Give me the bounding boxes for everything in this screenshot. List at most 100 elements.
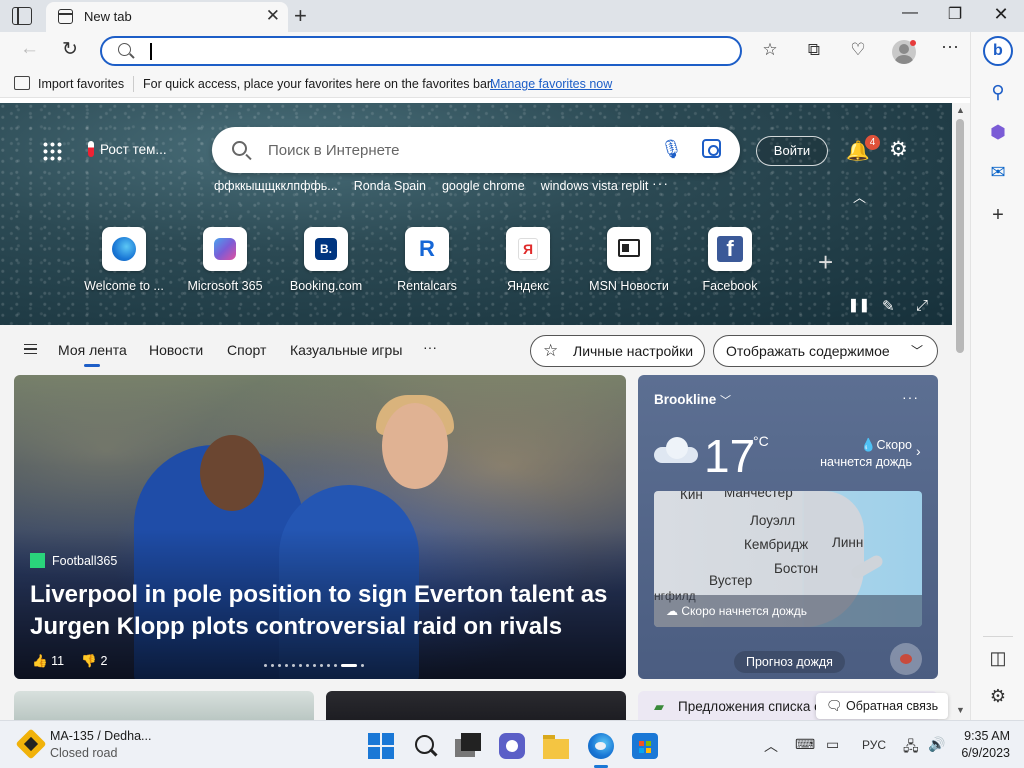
minimize-button[interactable]: —: [895, 4, 925, 22]
hero-story-card[interactable]: Football365 Liverpool in pole position t…: [14, 375, 626, 679]
browser-essentials-icon[interactable]: ♡: [846, 40, 870, 60]
content-display-label: Отображать содержимое: [726, 343, 890, 359]
rain-forecast-button[interactable]: Прогноз дождя: [734, 651, 845, 673]
trending-search-item[interactable]: Ronda Spain: [354, 179, 426, 193]
web-search-box[interactable]: Поиск в Интернете 🎙: [212, 127, 740, 173]
teams-chat-icon[interactable]: [499, 733, 525, 759]
sidebar-m365-icon[interactable]: ⬢: [986, 122, 1010, 143]
sign-in-button[interactable]: Войти: [756, 136, 828, 166]
bing-chat-button[interactable]: b: [983, 36, 1013, 66]
dislike-icon[interactable]: 👎: [81, 654, 97, 668]
sidebar-add-icon[interactable]: +: [986, 204, 1010, 227]
trending-search-item[interactable]: google chrome: [442, 179, 525, 193]
chevron-right-icon[interactable]: ›: [916, 443, 921, 459]
keyboard-icon[interactable]: ⌨: [795, 736, 815, 753]
new-tab-button[interactable]: +: [294, 3, 307, 29]
trending-search-item[interactable]: windows vista replit: [541, 179, 649, 193]
quick-link-tile[interactable]: R Rentalcars: [377, 227, 477, 293]
refresh-icon[interactable]: ↻: [62, 38, 78, 61]
like-count: 11: [51, 654, 65, 668]
sidebar-search-icon[interactable]: ⚲: [986, 82, 1010, 103]
radar-icon[interactable]: [890, 643, 922, 675]
tab-title: New tab: [84, 9, 132, 24]
collections-icon[interactable]: ⧉: [802, 40, 826, 60]
taskbar-search-icon[interactable]: [413, 733, 439, 759]
tab-news[interactable]: Новости: [149, 342, 203, 358]
weather-location[interactable]: Brookline ﹀: [654, 392, 731, 408]
feed-card[interactable]: [326, 691, 626, 720]
tab-sports[interactable]: Спорт: [227, 342, 266, 358]
collapse-chevron-up-icon[interactable]: ︿: [853, 187, 866, 206]
carousel-dot[interactable]: [341, 664, 357, 668]
weather-card[interactable]: Brookline ﹀ ··· 17 °C 💧Скоро начнется до…: [638, 375, 938, 679]
yandex-icon: Я: [506, 227, 550, 271]
quick-link-tile[interactable]: Я Яндекс: [478, 227, 578, 293]
favorites-bar-message: For quick access, place your favorites h…: [143, 77, 494, 91]
map-city-label: Манчестер: [724, 491, 793, 500]
microsoft-store-icon[interactable]: [632, 733, 658, 759]
weather-chip[interactable]: Рост тем...: [88, 141, 167, 157]
quick-link-tile[interactable]: Welcome to ...: [74, 227, 174, 293]
edit-background-icon[interactable]: ✎: [882, 297, 895, 315]
expand-icon[interactable]: ⤢: [916, 297, 928, 314]
traffic-widget-status[interactable]: Closed road: [50, 746, 117, 760]
language-indicator[interactable]: РУС: [862, 738, 886, 752]
map-city-label: Бостон: [774, 561, 819, 576]
tray-overflow-chevron-icon[interactable]: ︿: [764, 736, 778, 756]
add-quick-link-button[interactable]: +: [818, 247, 833, 278]
weather-more-icon[interactable]: ···: [902, 389, 919, 405]
traffic-widget-title[interactable]: MA-135 / Dedha...: [50, 729, 151, 743]
feedback-button[interactable]: Обратная связь: [816, 693, 949, 719]
network-icon[interactable]: 🖧: [903, 736, 919, 760]
page-settings-gear-icon[interactable]: ⚙: [889, 137, 908, 162]
sidebar-outlook-icon[interactable]: ✉: [986, 162, 1010, 183]
trending-more-icon[interactable]: ···: [652, 175, 669, 191]
task-view-icon[interactable]: [455, 733, 481, 759]
personalize-button[interactable]: ☆ Личные настройки: [530, 335, 705, 367]
more-options-icon[interactable]: ···: [938, 36, 962, 57]
touchpad-icon[interactable]: ▭: [826, 736, 839, 753]
tab-casual-games[interactable]: Казуальные игры: [290, 342, 402, 358]
restore-button[interactable]: ❐: [940, 4, 970, 24]
favorite-star-icon[interactable]: ☆: [758, 40, 782, 60]
pause-background-icon[interactable]: ❚❚: [848, 297, 870, 313]
scroll-down-arrow-icon[interactable]: ▼: [956, 705, 965, 715]
tab-actions-icon[interactable]: [12, 7, 32, 25]
close-tab-icon[interactable]: ✕: [266, 6, 280, 26]
quick-link-tile[interactable]: Microsoft 365: [175, 227, 275, 293]
address-bar[interactable]: [100, 36, 742, 66]
menu-hamburger-icon[interactable]: [24, 344, 37, 354]
import-favorites-button[interactable]: Import favorites: [38, 77, 124, 91]
story-headline[interactable]: Liverpool in pole position to sign Evert…: [30, 579, 610, 643]
scroll-up-arrow-icon[interactable]: ▲: [956, 105, 965, 115]
start-menu-icon[interactable]: [368, 733, 394, 759]
tab-new-tab[interactable]: New tab ✕: [46, 2, 288, 32]
sidebar-settings-gear-icon[interactable]: ⚙: [986, 686, 1010, 707]
content-display-dropdown[interactable]: Отображать содержимое ﹀: [713, 335, 938, 367]
app-launcher-icon[interactable]: [42, 141, 62, 161]
file-explorer-icon[interactable]: [543, 733, 569, 759]
back-arrow-icon[interactable]: ←: [20, 38, 39, 60]
carousel-indicator[interactable]: [264, 657, 368, 668]
manage-favorites-link[interactable]: Manage favorites now: [490, 77, 612, 91]
close-window-button[interactable]: ✕: [986, 4, 1016, 25]
quick-link-tile[interactable]: B. Booking.com: [276, 227, 376, 293]
visual-search-icon[interactable]: [702, 139, 721, 158]
quick-link-tile[interactable]: f Facebook: [680, 227, 780, 293]
like-icon[interactable]: 👍: [32, 654, 48, 668]
trending-search-item[interactable]: ффккыщщкклпффь...: [214, 179, 338, 193]
traffic-warning-icon[interactable]: [15, 728, 47, 760]
volume-icon[interactable]: 🔊: [928, 736, 945, 753]
page-scrollbar[interactable]: ▲ ▼: [952, 103, 970, 720]
microphone-icon[interactable]: 🎙: [660, 139, 683, 160]
tab-my-feed[interactable]: Моя лента: [58, 342, 127, 367]
notification-count-badge: 4: [865, 135, 880, 150]
edge-taskbar-icon[interactable]: [588, 733, 614, 759]
quick-link-tile[interactable]: MSN Новости: [579, 227, 679, 293]
system-clock[interactable]: 9:35 AM 6/9/2023: [960, 728, 1010, 762]
hide-sidebar-icon[interactable]: ◫: [986, 648, 1010, 669]
more-tabs-icon[interactable]: ···: [423, 339, 437, 355]
weather-map[interactable]: Кин Манчестер Лоуэлл Кембридж Линн Вусте…: [654, 491, 922, 627]
feed-card[interactable]: [14, 691, 314, 720]
scroll-thumb[interactable]: [956, 119, 964, 353]
